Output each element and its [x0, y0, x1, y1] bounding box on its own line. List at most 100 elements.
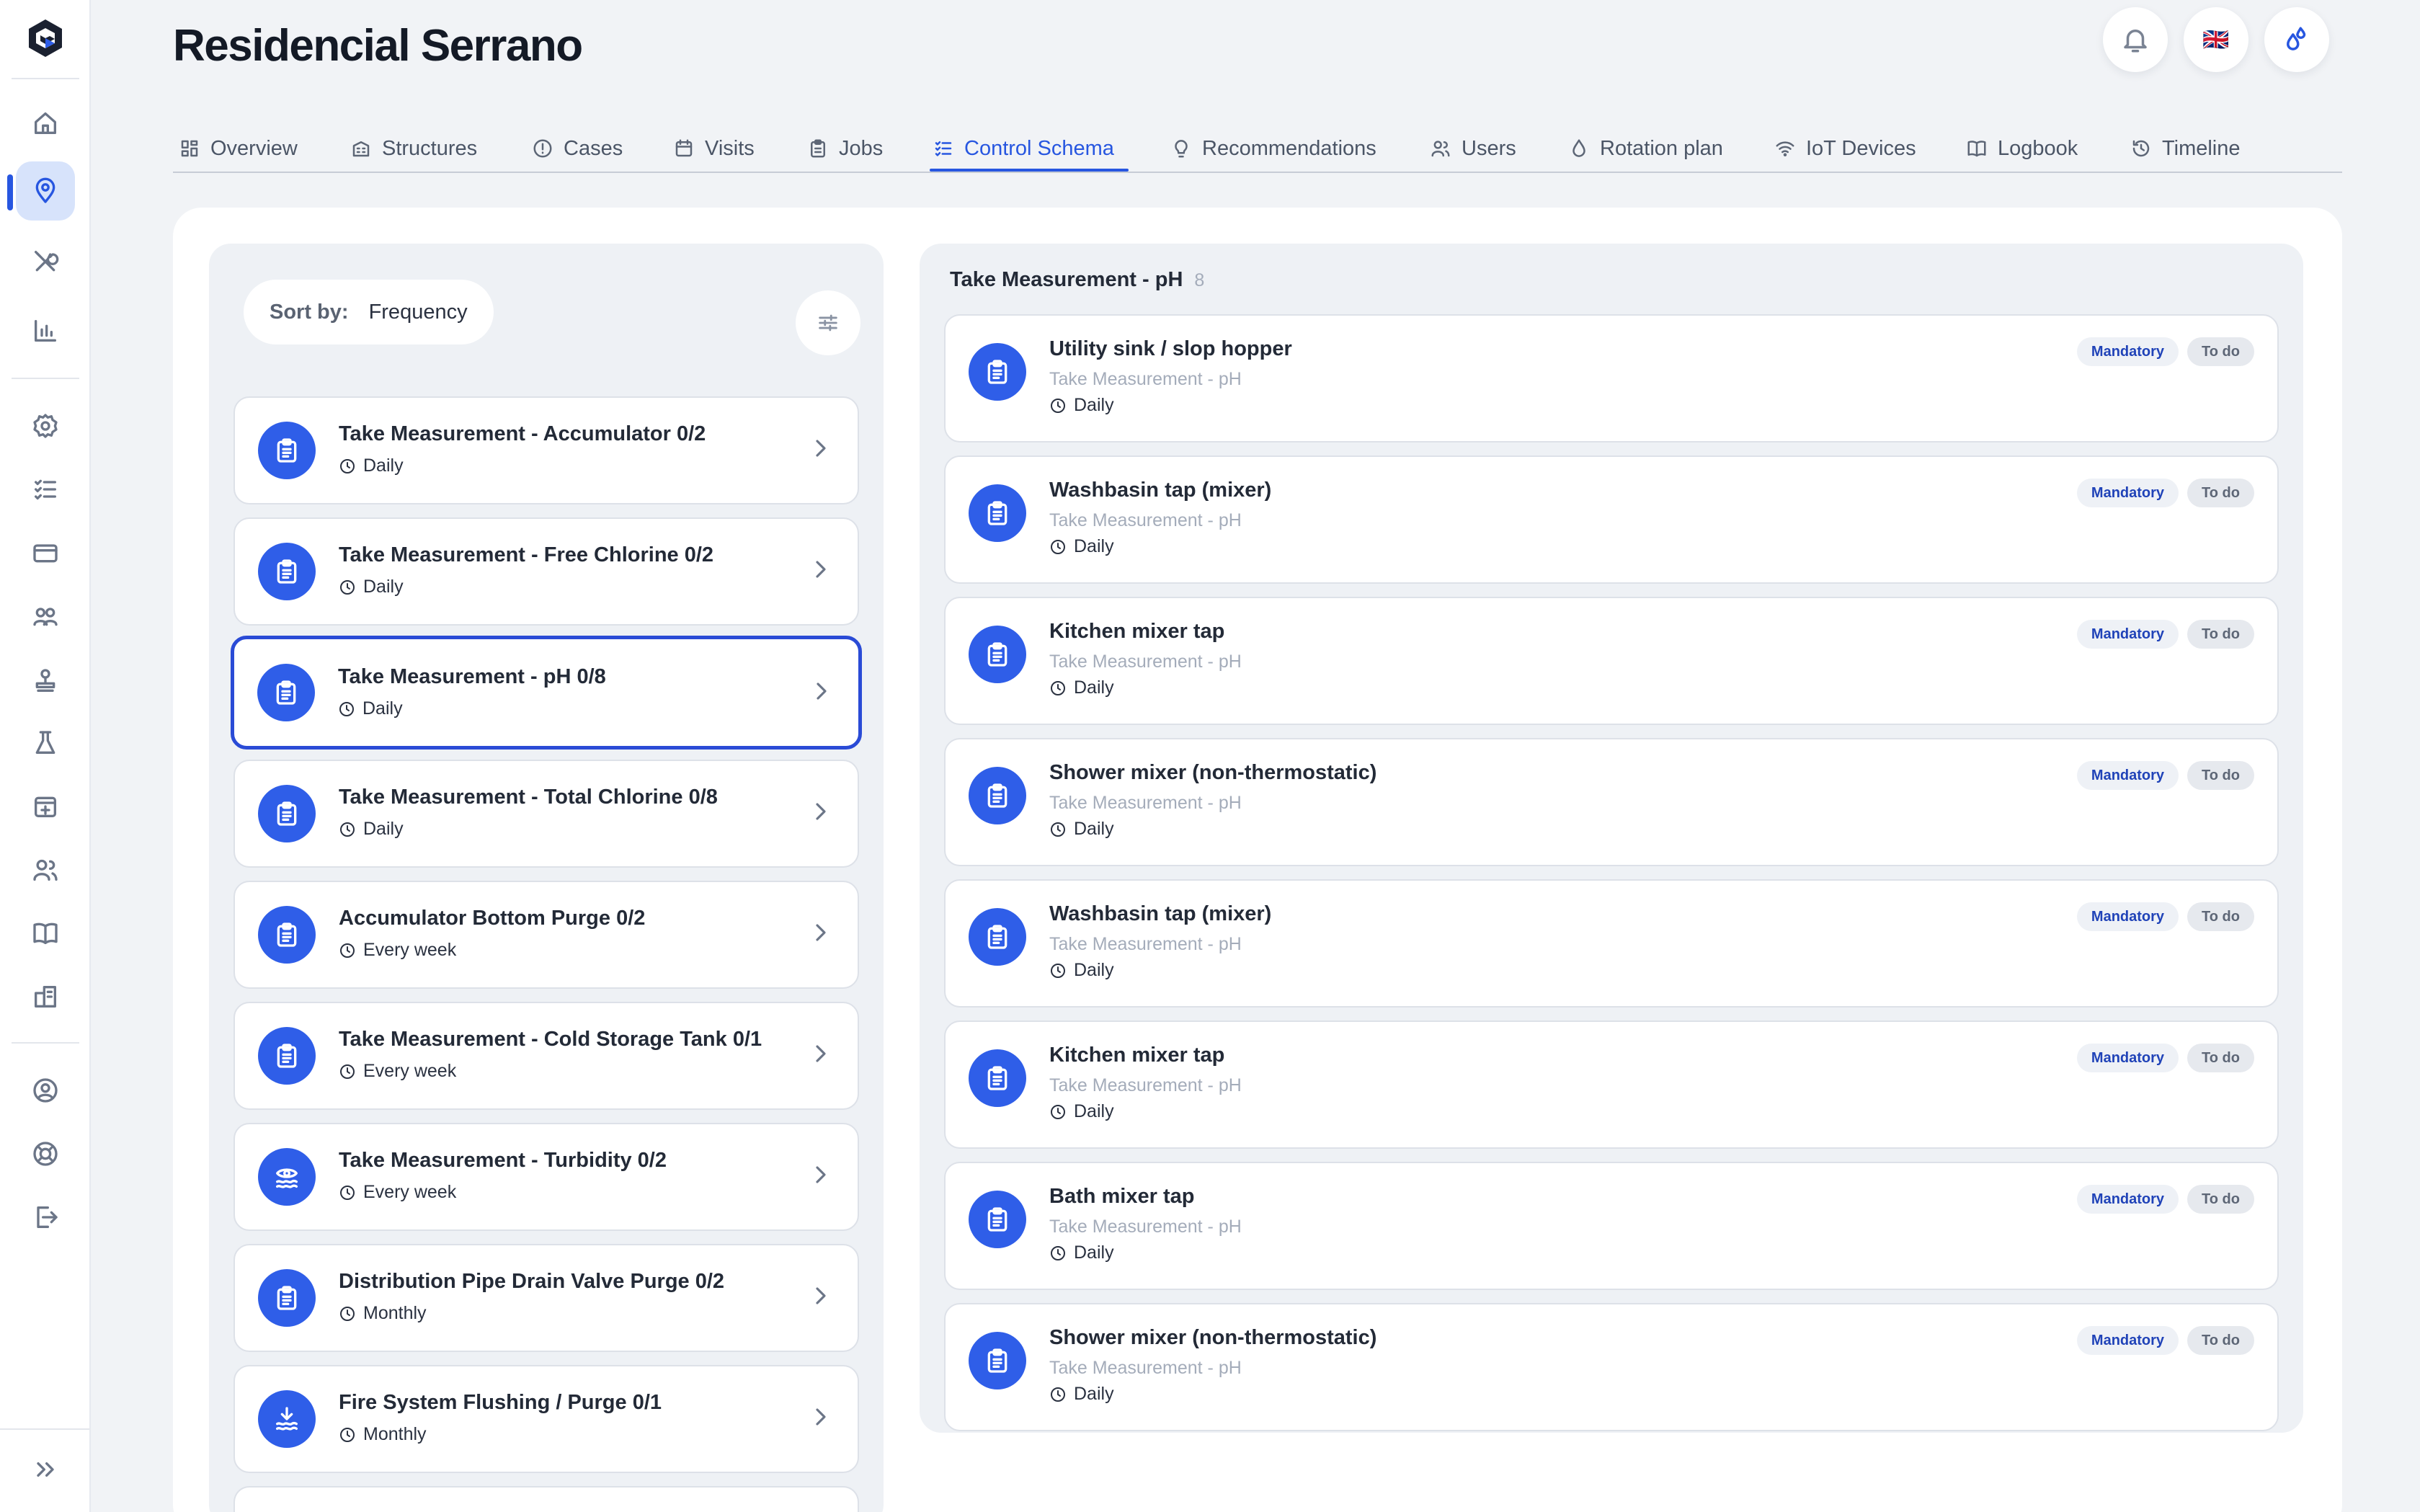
task-card[interactable]: Fire System Flushing / Purge 0/1 Monthly: [233, 1365, 859, 1473]
task-frequency: Monthly: [363, 1303, 427, 1323]
lightbulb-icon: [1175, 140, 1188, 158]
tab-overview[interactable]: Overview: [179, 125, 298, 172]
nav-home[interactable]: [16, 94, 75, 153]
tab-rotation-plan[interactable]: Rotation plan: [1568, 125, 1723, 172]
language-button[interactable]: 🇬🇧: [2184, 7, 2248, 72]
status-badge: To do: [2187, 1326, 2254, 1355]
tab-bar: Overview Structures Cases Visits Jobs Co…: [173, 115, 2342, 173]
clipboard-icon: [277, 1044, 297, 1068]
nav-settings[interactable]: [16, 396, 75, 455]
clock-icon: [339, 701, 354, 716]
nav-support[interactable]: [16, 1124, 75, 1183]
clock-icon: [340, 579, 355, 595]
book-open-icon: [33, 922, 58, 944]
team-icon: [33, 608, 58, 626]
droplet-icon: [1572, 139, 1585, 157]
control-point-card[interactable]: Shower mixer (non-thermostatic) Take Mea…: [944, 738, 2279, 866]
tab-recommendations[interactable]: Recommendations: [1170, 125, 1376, 172]
task-card[interactable]: Take Measurement - Total Chlorine 0/8 Da…: [233, 760, 859, 868]
flask-icon: [35, 731, 55, 754]
tab-control-schema[interactable]: Control Schema: [933, 125, 1114, 172]
tab-users[interactable]: Users: [1430, 125, 1516, 172]
task-card[interactable]: Take Measurement - Accumulator 0/2 Daily: [233, 396, 859, 504]
task-card[interactable]: Take Measurement - Cold Storage Tank 0/1…: [233, 1002, 859, 1110]
item-frequency: Daily: [1074, 1242, 1114, 1263]
task-card-selected[interactable]: Take Measurement - pH 0/8 Daily: [231, 636, 862, 750]
item-subtitle: Take Measurement - pH: [1049, 1075, 1242, 1095]
clipboard-icon: [277, 1286, 297, 1310]
checklist-icon: [935, 141, 952, 156]
tab-iot-devices[interactable]: IoT Devices: [1774, 125, 1916, 172]
nav-tools[interactable]: [16, 232, 75, 291]
tab-timeline[interactable]: Timeline: [2130, 125, 2241, 172]
control-point-card[interactable]: Bath mixer tap Take Measurement - pH Dai…: [944, 1162, 2279, 1290]
nav-teams[interactable]: [16, 587, 75, 646]
mandatory-badge: Mandatory: [2076, 902, 2179, 931]
clipboard-icon: [987, 501, 1007, 525]
task-card[interactable]: Take Measurement - Free Chlorine 0/2 Dai…: [233, 517, 859, 626]
nav-checklists[interactable]: [16, 460, 75, 519]
filter-button[interactable]: [796, 290, 860, 355]
book-icon: [1967, 141, 1986, 157]
control-point-card[interactable]: Utility sink / slop hopper Take Measurem…: [944, 314, 2279, 443]
control-point-card[interactable]: Shower mixer (non-thermostatic) Take Mea…: [944, 1303, 2279, 1431]
tab-cases[interactable]: Cases: [532, 125, 623, 172]
nav-lab[interactable]: [16, 713, 75, 773]
clock-icon: [340, 822, 355, 837]
task-card[interactable]: Distribution Pipe Drain Valve Purge 0/2 …: [233, 1244, 859, 1352]
item-title: Shower mixer (non-thermostatic): [1049, 761, 1377, 784]
water-theme-button[interactable]: [2264, 7, 2329, 72]
app-logo-icon[interactable]: [26, 17, 65, 59]
clipboard-icon: [811, 139, 825, 158]
task-frequency: Daily: [363, 577, 404, 597]
nav-logout[interactable]: [16, 1188, 75, 1247]
sort-by-label: Sort by:: [270, 300, 349, 324]
task-title: Take Measurement - Total Chlorine 0/8: [339, 786, 718, 809]
task-title: Distribution Pipe Drain Valve Purge 0/2: [339, 1270, 725, 1293]
item-subtitle: Take Measurement - pH: [1049, 1358, 1242, 1378]
calendar-icon: [675, 139, 693, 157]
task-frequency: Every week: [363, 940, 457, 960]
clipboard-icon: [277, 801, 297, 826]
control-point-card[interactable]: Washbasin tap (mixer) Take Measurement -…: [944, 455, 2279, 584]
item-frequency: Daily: [1074, 1101, 1114, 1121]
task-card-partial[interactable]: [233, 1486, 859, 1512]
sort-by-value: Frequency: [368, 300, 468, 324]
uk-flag-icon: 🇬🇧: [2202, 27, 2230, 52]
nav-users[interactable]: [16, 840, 75, 899]
status-badge: To do: [2187, 761, 2254, 790]
task-title: Take Measurement - Cold Storage Tank 0/1: [339, 1028, 762, 1051]
nav-locations[interactable]: [16, 161, 75, 221]
item-frequency: Daily: [1074, 677, 1114, 698]
nav-calendar[interactable]: [16, 777, 75, 836]
expand-sidebar-button[interactable]: [16, 1440, 75, 1499]
nav-docs[interactable]: [16, 904, 75, 963]
task-card[interactable]: Take Measurement - Turbidity 0/2 Every w…: [233, 1123, 859, 1231]
nav-billing[interactable]: [16, 523, 75, 582]
clipboard-icon: [987, 1348, 1007, 1373]
nav-buildings[interactable]: [16, 967, 75, 1026]
status-badge: To do: [2187, 620, 2254, 649]
nav-analytics[interactable]: [16, 301, 75, 360]
task-card[interactable]: Accumulator Bottom Purge 0/2 Every week: [233, 881, 859, 989]
status-badge: To do: [2187, 479, 2254, 507]
control-point-card[interactable]: Kitchen mixer tap Take Measurement - pH …: [944, 1020, 2279, 1149]
control-point-card[interactable]: Kitchen mixer tap Take Measurement - pH …: [944, 597, 2279, 725]
bell-icon: [2124, 30, 2147, 53]
sort-by-dropdown[interactable]: Sort by: Frequency: [244, 280, 494, 344]
nav-profile[interactable]: [16, 1061, 75, 1120]
tab-structures[interactable]: Structures: [350, 125, 477, 172]
tab-visits[interactable]: Visits: [673, 125, 755, 172]
item-frequency: Daily: [1074, 819, 1114, 839]
notifications-button[interactable]: [2103, 7, 2168, 72]
users-icon: [1431, 141, 1450, 157]
tab-jobs[interactable]: Jobs: [807, 125, 883, 172]
clipboard-icon: [987, 925, 1007, 949]
control-point-card[interactable]: Washbasin tap (mixer) Take Measurement -…: [944, 879, 2279, 1008]
clock-icon: [340, 1427, 355, 1442]
mandatory-badge: Mandatory: [2076, 1044, 2179, 1072]
page-title: Residencial Serrano: [173, 21, 583, 71]
tab-logbook[interactable]: Logbook: [1966, 125, 2078, 172]
users-icon: [33, 859, 58, 881]
nav-stamp[interactable]: [16, 652, 75, 711]
